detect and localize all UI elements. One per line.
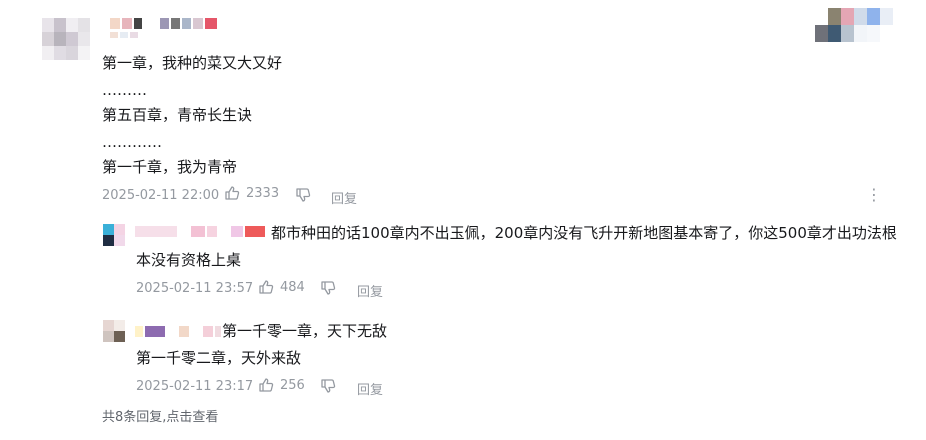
comment-line: ……… — [102, 81, 147, 99]
reply-username[interactable] — [135, 226, 265, 237]
thumbs-up-icon — [258, 377, 274, 393]
view-replies-link[interactable]: 点击查看 — [166, 410, 218, 425]
reply-button[interactable]: 回复 — [357, 379, 383, 398]
user-badge — [110, 32, 138, 38]
reply-line: 第一千零一章，天下无敌 — [222, 322, 388, 340]
like-button[interactable]: 484 — [258, 279, 305, 295]
like-count: 484 — [280, 279, 305, 295]
reply-line: 本没有资格上桌 — [136, 251, 242, 269]
reply-avatar[interactable] — [103, 224, 125, 246]
reply-line: 第一千零二章，天外来敌 — [136, 349, 302, 367]
reply-button[interactable]: 回复 — [357, 281, 383, 300]
like-count: 2333 — [246, 185, 280, 201]
decoration-badge — [815, 8, 893, 42]
reply-avatar[interactable] — [103, 320, 125, 342]
comment-line: 第一章，我种的菜又大又好 — [102, 54, 283, 72]
thumbs-down-icon — [320, 280, 336, 296]
like-count: 256 — [280, 377, 305, 393]
comment-line: 第一千章，我为青帝 — [102, 158, 238, 176]
more-options-button[interactable]: ⋮ — [866, 187, 882, 203]
avatar[interactable] — [42, 18, 90, 60]
comment-line: ………… — [102, 133, 162, 151]
reply-button[interactable]: 回复 — [331, 188, 357, 207]
view-all-replies[interactable]: 共8条回复,点击查看 — [102, 410, 218, 426]
dislike-button[interactable] — [320, 280, 336, 296]
thumbs-up-icon — [258, 279, 274, 295]
dislike-button[interactable] — [295, 187, 311, 203]
thumbs-up-icon — [224, 185, 240, 201]
comment-timestamp: 2025-02-11 22:00 — [102, 188, 220, 203]
like-button[interactable]: 2333 — [224, 185, 279, 201]
username[interactable] — [110, 18, 217, 29]
total-replies-count: 共8条回复, — [102, 410, 167, 425]
reply-timestamp: 2025-02-11 23:17 — [136, 379, 254, 394]
thumbs-down-icon — [320, 378, 336, 394]
reply-timestamp: 2025-02-11 23:57 — [136, 281, 254, 296]
reply-line: 都市种田的话100章内不出玉佩，200章内没有飞升开新地图基本寄了，你这500章… — [271, 224, 897, 242]
comment-line: 第五百章，青帝长生诀 — [102, 106, 253, 124]
dislike-button[interactable] — [320, 378, 336, 394]
thumbs-down-icon — [295, 187, 311, 203]
reply-username[interactable] — [135, 326, 221, 337]
like-button[interactable]: 256 — [258, 377, 305, 393]
